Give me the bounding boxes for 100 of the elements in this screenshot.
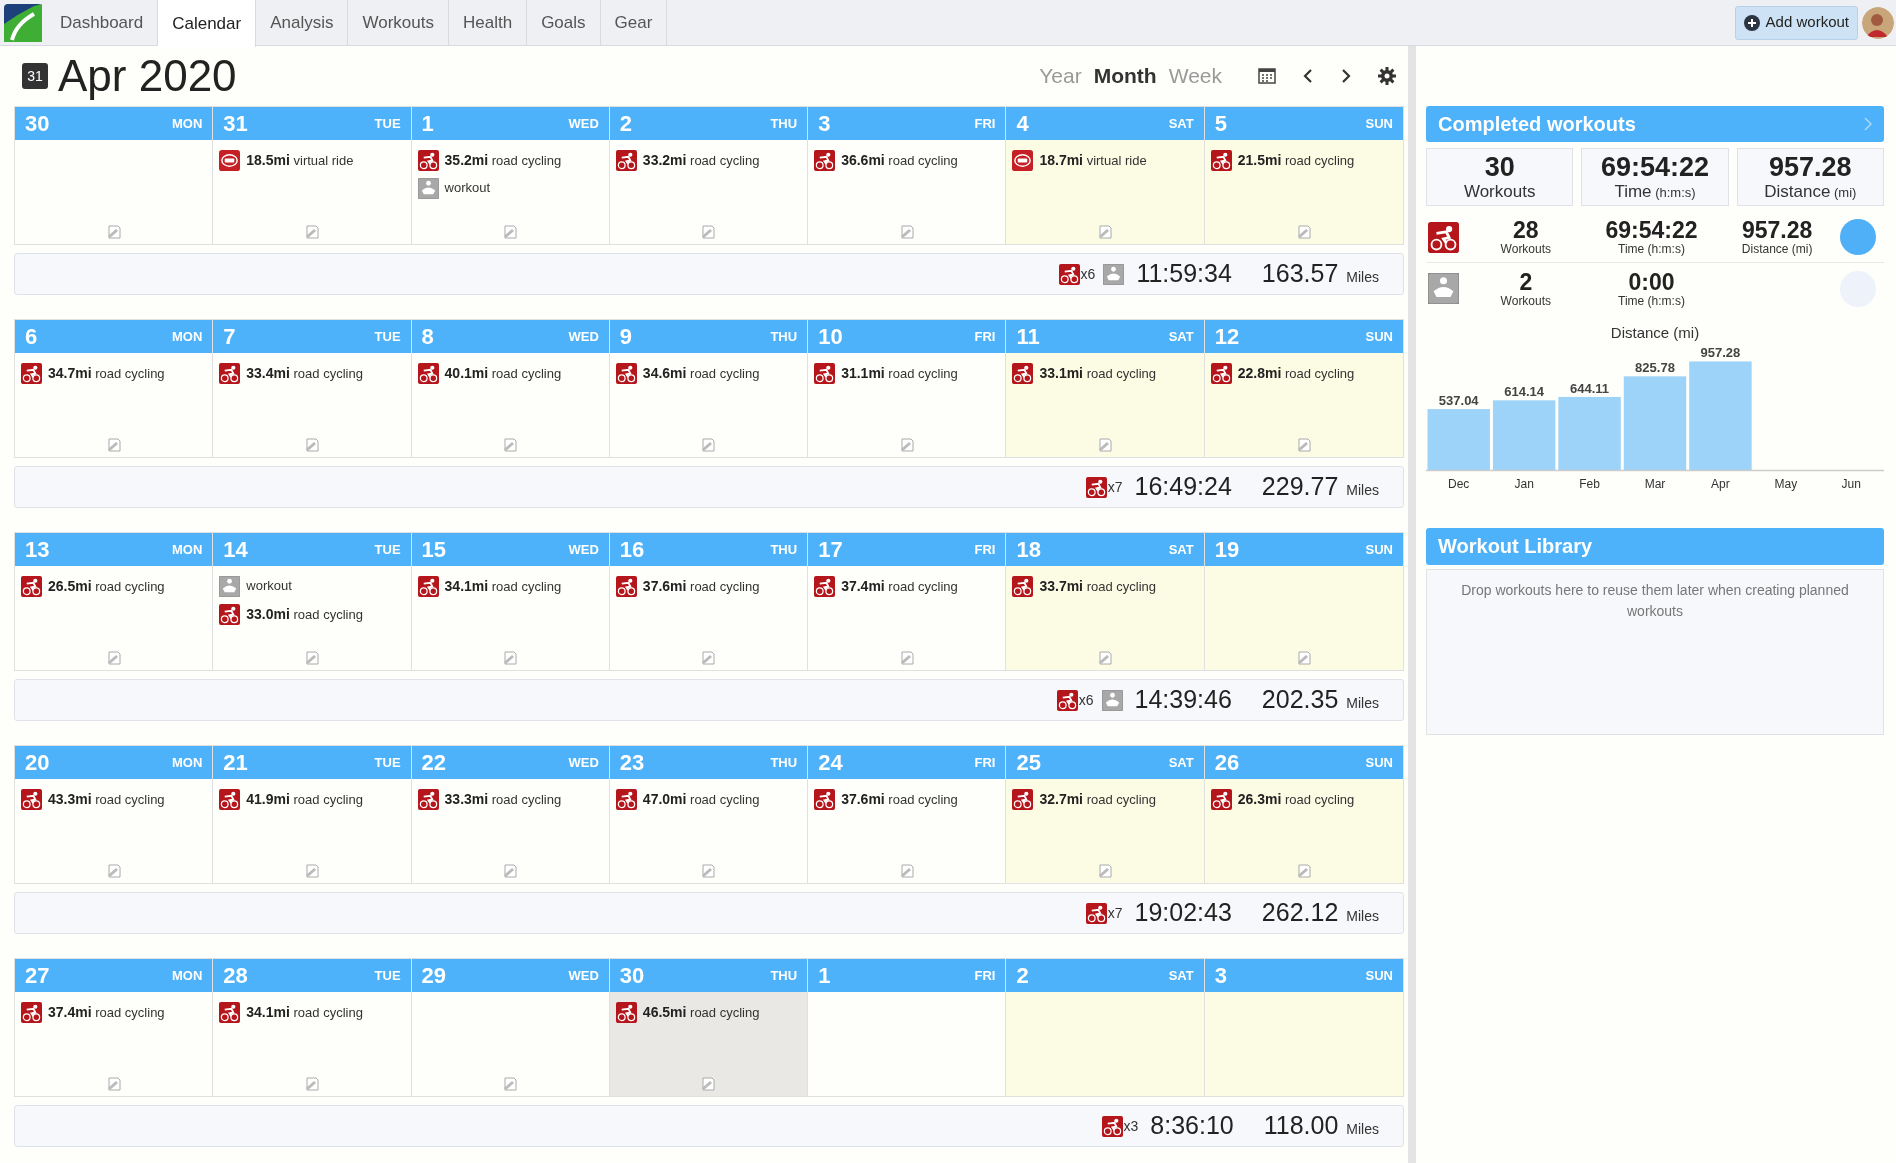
chevron-right-icon[interactable] <box>1340 68 1352 84</box>
edit-note-icon[interactable] <box>700 650 717 666</box>
day-number: 6 <box>25 323 38 351</box>
weekday-label: TUE <box>374 540 401 559</box>
day-cell[interactable]: 26.3mi road cycling <box>1204 779 1403 883</box>
day-cell[interactable]: 21.5mi road cycling <box>1204 140 1403 244</box>
edit-note-icon[interactable] <box>898 224 915 240</box>
edit-note-icon[interactable] <box>502 863 519 879</box>
edit-note-icon[interactable] <box>502 650 519 666</box>
workout-entry[interactable]: workout <box>444 178 491 198</box>
workout-entry[interactable]: 33.7mi road cycling <box>1039 575 1156 597</box>
day-cell[interactable]: 33.1mi road cycling <box>1006 353 1204 457</box>
edit-note-icon[interactable] <box>105 1076 122 1092</box>
workout-entry[interactable]: 26.5mi road cycling <box>48 575 165 597</box>
day-cell[interactable]: 32.7mi road cycling <box>1006 779 1204 883</box>
workout-entry[interactable]: 37.4mi road cycling <box>48 1001 165 1023</box>
edit-note-icon[interactable] <box>303 863 320 879</box>
settings-icon[interactable] <box>1378 67 1396 85</box>
nav-tab[interactable]: Health <box>449 0 528 45</box>
workout-entry[interactable]: 34.6mi road cycling <box>642 362 760 384</box>
workout-entry[interactable]: 18.7mi virtual ride <box>1039 149 1147 171</box>
workout-entry[interactable]: 33.4mi road cycling <box>246 362 363 384</box>
workout-entry[interactable]: 41.9mi road cycling <box>246 788 363 810</box>
edit-note-icon[interactable] <box>700 1076 717 1092</box>
edit-note-icon[interactable] <box>700 437 717 453</box>
workout-entry[interactable]: 33.3mi road cycling <box>444 788 562 810</box>
edit-note-icon[interactable] <box>1097 437 1114 453</box>
workout-entry[interactable]: 31.1mi road cycling <box>841 362 958 384</box>
weekday-label: SUN <box>1365 114 1393 133</box>
nav-tab[interactable]: Workouts <box>348 0 449 45</box>
day-cell[interactable]: 33.7mi road cycling <box>1006 566 1204 670</box>
chevron-left-icon[interactable] <box>1302 68 1314 84</box>
chart-bar[interactable] <box>1689 360 1752 470</box>
day-cell[interactable]: 22.8mi road cycling <box>1204 353 1403 457</box>
chart-bar[interactable] <box>1558 396 1621 470</box>
edit-note-icon[interactable] <box>502 437 519 453</box>
edit-note-icon[interactable] <box>502 224 519 240</box>
edit-note-icon[interactable] <box>898 437 915 453</box>
workout-entry[interactable]: 22.8mi road cycling <box>1237 362 1355 384</box>
workout-entry[interactable]: 43.3mi road cycling <box>48 788 165 810</box>
drop-zone[interactable]: Drop workouts here to reuse them later when creating planned workouts <box>1426 568 1884 735</box>
edit-note-icon[interactable] <box>303 650 320 666</box>
workout-entry[interactable]: 18.5mi virtual ride <box>246 149 354 171</box>
edit-note-icon[interactable] <box>1295 650 1312 666</box>
stat-label: Distance (mi) <box>1741 242 1813 256</box>
day-cell[interactable]: 18.7mi virtual ride <box>1006 140 1204 244</box>
edit-note-icon[interactable] <box>1097 863 1114 879</box>
workout-entry[interactable]: 36.6mi road cycling <box>841 149 958 171</box>
nav-tab[interactable]: Gear <box>600 0 668 45</box>
edit-note-icon[interactable] <box>1097 224 1114 240</box>
workout-entry[interactable]: 34.1mi road cycling <box>246 1001 363 1023</box>
logo-icon[interactable] <box>4 4 42 42</box>
edit-note-icon[interactable] <box>105 224 122 240</box>
calendar-grid-icon[interactable] <box>1258 68 1276 84</box>
workout-entry[interactable]: 26.3mi road cycling <box>1237 788 1355 810</box>
edit-note-icon[interactable] <box>700 224 717 240</box>
chart-bar[interactable] <box>1427 408 1490 470</box>
edit-note-icon[interactable] <box>303 224 320 240</box>
workout-entry[interactable]: 37.6mi road cycling <box>841 788 958 810</box>
panel-splitter[interactable] <box>1408 46 1416 1163</box>
workout-entry[interactable]: 33.2mi road cycling <box>642 149 760 171</box>
workout-entry[interactable]: 33.0mi road cycling <box>246 603 363 625</box>
edit-note-icon[interactable] <box>303 1076 320 1092</box>
day-cell[interactable] <box>1204 566 1403 670</box>
workout-entry[interactable]: 37.4mi road cycling <box>841 575 958 597</box>
nav-tab[interactable]: Goals <box>527 0 601 45</box>
edit-note-icon[interactable] <box>105 863 122 879</box>
edit-note-icon[interactable] <box>105 650 122 666</box>
chart-bar[interactable] <box>1492 399 1556 470</box>
nav-tab[interactable]: Analysis <box>256 0 349 45</box>
edit-note-icon[interactable] <box>105 437 122 453</box>
edit-note-icon[interactable] <box>898 650 915 666</box>
edit-note-icon[interactable] <box>898 863 915 879</box>
day-cell[interactable] <box>1204 992 1403 1096</box>
edit-note-icon[interactable] <box>700 863 717 879</box>
edit-note-icon[interactable] <box>1295 863 1312 879</box>
view-tab[interactable]: Month <box>1087 60 1163 92</box>
workout-entry[interactable]: 46.5mi road cycling <box>642 1001 760 1023</box>
day-cell[interactable] <box>1006 992 1204 1096</box>
workout-entry[interactable]: 34.1mi road cycling <box>444 575 562 597</box>
avatar-icon[interactable] <box>1862 6 1894 39</box>
workout-entry[interactable]: 33.1mi road cycling <box>1039 362 1156 384</box>
edit-note-icon[interactable] <box>303 437 320 453</box>
nav-tab[interactable]: Calendar <box>158 0 257 47</box>
workout-entry[interactable]: workout <box>246 576 292 596</box>
workout-entry[interactable]: 35.2mi road cycling <box>444 149 562 171</box>
workout-entry[interactable]: 34.7mi road cycling <box>48 362 165 384</box>
edit-note-icon[interactable] <box>1097 650 1114 666</box>
edit-note-icon[interactable] <box>502 1076 519 1092</box>
workout-entry[interactable]: 32.7mi road cycling <box>1039 788 1156 810</box>
workout-entry[interactable]: 21.5mi road cycling <box>1237 149 1355 171</box>
add-workout-button[interactable]: Add workout <box>1734 5 1858 40</box>
edit-note-icon[interactable] <box>1295 437 1312 453</box>
chart-bar[interactable] <box>1623 375 1687 470</box>
workout-entry[interactable]: 47.0mi road cycling <box>642 788 760 810</box>
workout-entry[interactable]: 37.6mi road cycling <box>642 575 760 597</box>
edit-note-icon[interactable] <box>1295 224 1312 240</box>
workout-entry[interactable]: 40.1mi road cycling <box>444 362 562 384</box>
cyclist-icon <box>814 575 836 597</box>
day-cell[interactable]: 46.5mi road cycling <box>609 992 808 1096</box>
